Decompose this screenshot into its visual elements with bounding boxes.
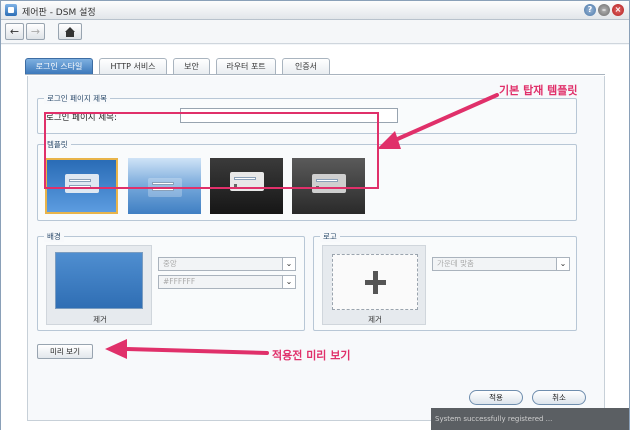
apply-button[interactable]: 적용 bbox=[469, 390, 523, 405]
nav-toolbar: ← → bbox=[1, 20, 629, 44]
plus-icon-bar bbox=[365, 280, 386, 285]
chevron-down-icon: ⌄ bbox=[556, 258, 569, 270]
login-title-legend: 로그인 페이지 제목 bbox=[44, 93, 110, 104]
background-image-preview[interactable] bbox=[55, 252, 143, 309]
app-icon bbox=[5, 4, 17, 16]
minimize-icon[interactable]: – bbox=[598, 4, 610, 16]
settings-content: 로그인 스타일 HTTP 서비스 보안 라우터 포트 인증서 로그인 페이지 제… bbox=[1, 45, 629, 430]
background-window-strip: System successfully registered ... bbox=[431, 408, 629, 430]
logo-align-value: 가운데 맞춤 bbox=[437, 259, 474, 268]
window-title: 제어판 - DSM 설정 bbox=[22, 8, 96, 18]
background-preview-card: 제거 bbox=[46, 245, 152, 325]
home-icon-body bbox=[66, 32, 74, 37]
tab-certificate[interactable]: 인증서 bbox=[282, 58, 330, 74]
tab-security[interactable]: 보안 bbox=[173, 58, 210, 74]
template-highlight-box bbox=[44, 112, 379, 189]
arrow-left-icon: ← bbox=[9, 25, 20, 38]
background-color-value: #FFFFFF bbox=[163, 277, 196, 286]
preview-annotation-arrow bbox=[105, 339, 269, 359]
logo-remove-link[interactable]: 제거 bbox=[323, 314, 427, 325]
background-position-value: 중앙 bbox=[163, 259, 177, 268]
preview-button[interactable]: 미리 보기 bbox=[37, 344, 93, 359]
chevron-down-icon: ⌄ bbox=[282, 276, 295, 288]
logo-upload-box[interactable] bbox=[332, 254, 418, 310]
cancel-button[interactable]: 취소 bbox=[532, 390, 586, 405]
background-group: 배경 제거 중앙 ⌄ #FFFFFF ⌄ bbox=[37, 231, 305, 331]
background-color-select[interactable]: #FFFFFF ⌄ bbox=[158, 275, 296, 289]
title-bar: 제어판 - DSM 설정 ? – × bbox=[1, 1, 629, 20]
arrow-right-icon: → bbox=[30, 25, 41, 38]
forward-button[interactable]: → bbox=[26, 23, 45, 40]
chevron-down-icon: ⌄ bbox=[282, 258, 295, 270]
template-annotation-arrow bbox=[377, 93, 499, 149]
help-icon[interactable]: ? bbox=[584, 4, 596, 16]
tab-divider bbox=[25, 74, 605, 75]
home-button[interactable] bbox=[58, 23, 82, 40]
back-button[interactable]: ← bbox=[5, 23, 24, 40]
logo-group: 로고 제거 가운데 맞춤 ⌄ bbox=[313, 231, 577, 331]
background-remove-link[interactable]: 제거 bbox=[47, 314, 153, 325]
template-annotation-text: 기본 탑재 템플릿 bbox=[499, 84, 578, 97]
tab-login-style[interactable]: 로그인 스타일 bbox=[25, 58, 93, 74]
background-position-select[interactable]: 중앙 ⌄ bbox=[158, 257, 296, 271]
logo-legend: 로고 bbox=[320, 231, 340, 242]
logo-align-select[interactable]: 가운데 맞춤 ⌄ bbox=[432, 257, 570, 271]
background-legend: 배경 bbox=[44, 231, 64, 242]
dsm-settings-window: 제어판 - DSM 설정 ? – × ← → 로그인 스타일 HTTP 서비스 … bbox=[0, 0, 630, 430]
logo-preview-card: 제거 bbox=[322, 245, 426, 325]
preview-annotation-text: 적용전 미리 보기 bbox=[272, 349, 351, 362]
tab-router-port[interactable]: 라우터 포트 bbox=[216, 58, 276, 74]
close-icon[interactable]: × bbox=[612, 4, 624, 16]
tab-http-service[interactable]: HTTP 서비스 bbox=[99, 58, 167, 74]
